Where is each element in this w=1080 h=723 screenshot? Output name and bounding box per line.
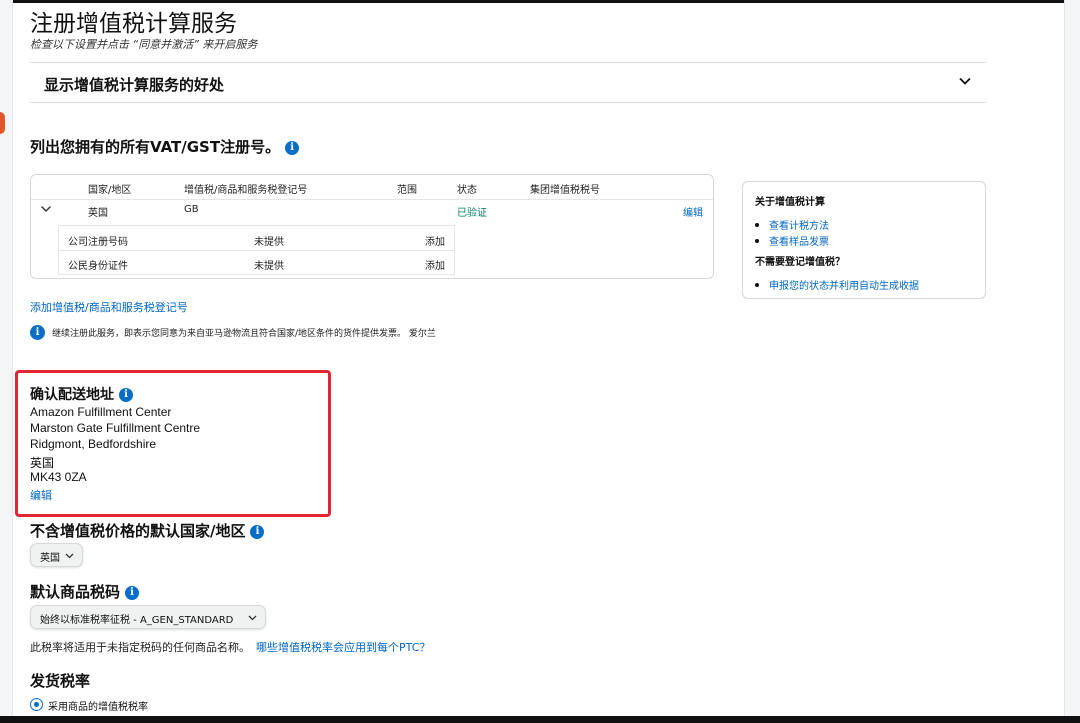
- chevron-down-icon[interactable]: [958, 74, 972, 88]
- default-tax-code-heading: 默认商品税码 i: [30, 581, 140, 602]
- column-header-number: 增值税/商品和服务税登记号: [184, 185, 308, 196]
- divider: [30, 102, 986, 103]
- sidebox-subtitle: 不需要登记增值税？: [755, 257, 845, 268]
- address-line: MK43 0ZA: [30, 470, 87, 484]
- shipping-address-heading-text: 确认配送地址: [30, 387, 114, 403]
- registrations-heading-text: 列出您拥有的所有VAT/GST注册号。: [30, 138, 281, 156]
- address-line: Amazon Fulfillment Center: [30, 405, 172, 419]
- column-header-country: 国家/地区: [88, 185, 132, 196]
- add-vat-number-link[interactable]: 添加增值税/商品和服务税登记号: [30, 299, 188, 315]
- info-icon[interactable]: i: [250, 524, 265, 539]
- benefits-label: 显示增值税计算服务的好处: [44, 76, 225, 94]
- radio-selected-icon[interactable]: [30, 698, 43, 711]
- table-divider: [59, 250, 454, 251]
- info-icon: i: [30, 325, 45, 340]
- default-tax-code-select[interactable]: 始终以标准税率征税 - A_GEN_STANDARD: [30, 605, 266, 629]
- chevron-down-icon[interactable]: [40, 203, 52, 215]
- window-bottom-bar: [0, 716, 1080, 723]
- address-line: 英国: [30, 456, 55, 470]
- sample-invoice-link[interactable]: 查看样品发票: [755, 233, 829, 248]
- bullet: [755, 283, 759, 287]
- tax-code-note: 此税率将适用于未指定税码的任何商品名称。 哪些增值税税率会应用到每个PTC？: [30, 639, 430, 655]
- chevron-down-icon: [248, 615, 257, 621]
- shipping-rate-option-label: 采用商品的增值税税率: [48, 702, 148, 713]
- right-scrollbar-track[interactable]: [1064, 0, 1080, 723]
- bullet: [755, 223, 759, 227]
- address-line: Marston Gate Fulfillment Centre: [30, 421, 201, 435]
- info-icon[interactable]: i: [125, 585, 140, 600]
- citizen-id-add-link[interactable]: 添加: [425, 257, 445, 272]
- citizen-id-label: 公民身份证件: [68, 261, 128, 272]
- shipping-address-heading: 确认配送地址 i: [30, 384, 133, 404]
- citizen-id-value: 未提供: [254, 261, 284, 272]
- tax-method-link[interactable]: 查看计税方法: [755, 217, 829, 232]
- vat-registration-table: 国家/地区 增值税/商品和服务税登记号 范围 状态 集团增值税税号 英国 GB …: [30, 174, 714, 279]
- registrations-heading: 列出您拥有的所有VAT/GST注册号。 i: [30, 136, 300, 157]
- address-edit-link[interactable]: 编辑: [30, 487, 52, 503]
- row-status: 已验证: [457, 208, 487, 219]
- declare-status-link[interactable]: 申报您的状态并利用自动生成收据: [755, 277, 919, 292]
- company-number-label: 公司注册号码: [68, 237, 128, 248]
- column-header-scope: 范围: [397, 185, 417, 196]
- tax-code-note-text: 此税率将适用于未指定税码的任何商品名称。: [30, 641, 250, 654]
- bullet: [755, 239, 759, 243]
- ptc-rates-link[interactable]: 哪些增值税税率会应用到每个PTC？: [256, 641, 430, 654]
- default-country-heading: 不含增值税价格的默认国家/地区 i: [30, 520, 265, 541]
- sidebox-title: 关于增值税计算: [755, 197, 825, 208]
- info-icon[interactable]: i: [285, 140, 300, 155]
- window-top-bar: [0, 0, 1080, 3]
- info-icon[interactable]: i: [119, 388, 133, 402]
- column-header-status: 状态: [457, 185, 477, 196]
- company-number-add-link[interactable]: 添加: [425, 233, 445, 248]
- column-header-group-number: 集团增值税税号: [530, 185, 600, 196]
- vat-info-sidebox: 关于增值税计算 查看计税方法 查看样品发票 不需要登记增值税？ 申报您的状态并利…: [742, 181, 986, 299]
- page-title: 注册增值税计算服务: [30, 11, 237, 37]
- row-number: GB: [184, 204, 199, 215]
- left-edge-marker: [0, 112, 5, 134]
- shipping-rate-heading: 发货税率: [30, 672, 91, 690]
- registration-details-table: 公司注册号码 未提供 添加 公民身份证件 未提供 添加: [58, 225, 455, 275]
- default-country-select[interactable]: 英国: [30, 543, 83, 567]
- left-edge-panel: [0, 0, 13, 723]
- chevron-down-icon: [65, 553, 74, 559]
- address-line: Ridgmont, Bedfordshire: [30, 437, 157, 451]
- table-divider: [31, 199, 713, 200]
- default-country-heading-text: 不含增值税价格的默认国家/地区: [30, 522, 246, 540]
- benefits-expander[interactable]: 显示增值税计算服务的好处: [30, 63, 986, 103]
- row-edit-link[interactable]: 编辑: [683, 204, 703, 219]
- company-number-value: 未提供: [254, 237, 284, 248]
- default-tax-code-value: 始终以标准税率征税 - A_GEN_STANDARD: [40, 615, 234, 626]
- default-country-value: 英国: [40, 553, 60, 564]
- page-subtitle: 检查以下设置并点击 “同意并激活” 来开启服务: [30, 38, 258, 51]
- default-tax-code-heading-text: 默认商品税码: [30, 583, 121, 601]
- row-country: 英国: [88, 208, 108, 219]
- notice-text: 继续注册此服务，即表示您同意为来自亚马逊物流且符合国家/地区条件的货件提供发票。…: [52, 329, 436, 339]
